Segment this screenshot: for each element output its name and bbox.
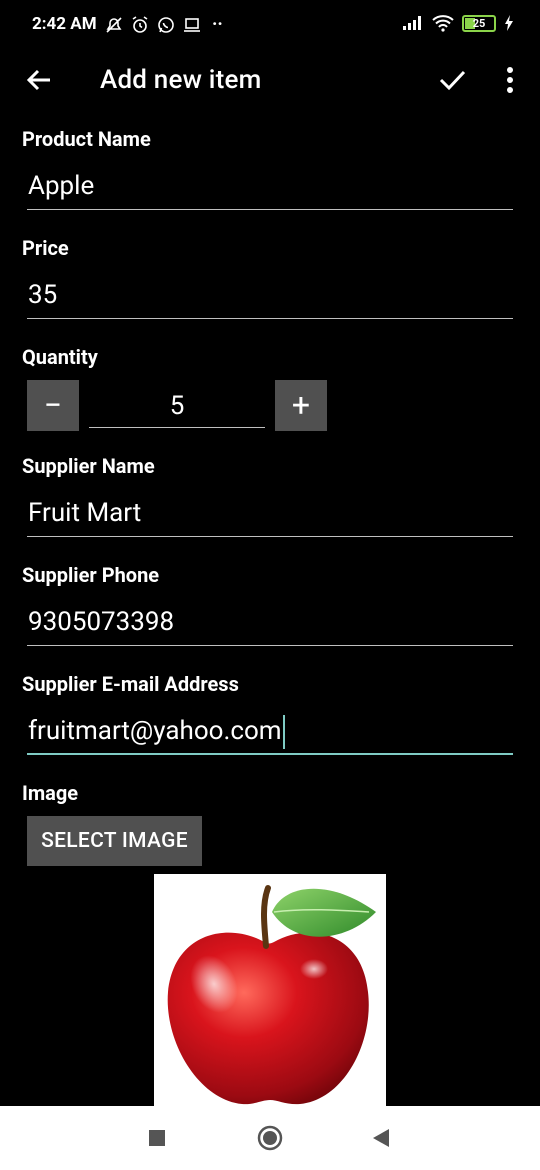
overflow-menu-button[interactable] [496,62,524,98]
triangle-back-icon [373,1129,389,1147]
alarm-off-icon [106,16,122,33]
alarm-clock-icon [132,15,148,33]
supplier-email-label: Supplier E-mail Address [22,672,239,696]
back-button[interactable] [22,62,58,98]
supplier-email-input[interactable]: fruitmart@yahoo.com [27,711,513,755]
product-name-label: Product Name [22,127,151,151]
status-bar: 2:42 AM ·· 25 [0,0,540,48]
supplier-phone-label: Supplier Phone [22,563,160,587]
save-button[interactable] [432,62,472,98]
back-nav-button[interactable] [366,1123,396,1153]
price-input[interactable]: 35 [27,275,513,319]
battery-icon: 25 [462,14,496,32]
product-name-input[interactable]: Apple [27,166,513,210]
home-button[interactable] [255,1123,285,1153]
image-label: Image [22,781,79,805]
supplier-email-value: fruitmart@yahoo.com [28,716,282,746]
signal-icon [403,16,421,30]
status-notification-icons: ·· [104,14,223,35]
select-image-button[interactable]: SELECT IMAGE [27,816,202,866]
battery-level: 25 [472,16,486,30]
laptop-icon [184,17,200,32]
status-system-icons: 25 [402,14,514,32]
quantity-decrement-button[interactable]: − [27,380,79,431]
check-icon [439,70,466,91]
more-vert-icon [507,67,513,93]
status-time: 2:42 AM [32,14,97,34]
whatsapp-icon [158,16,174,33]
charging-bolt-icon [505,15,513,31]
quantity-input[interactable]: 5 [89,384,265,428]
page-title: Add new item [100,65,262,95]
quantity-increment-button[interactable]: + [275,380,327,431]
quantity-label: Quantity [22,345,98,369]
text-cursor [282,715,285,750]
supplier-name-label: Supplier Name [22,454,155,478]
recents-button[interactable] [142,1123,172,1153]
app-toolbar: Add new item [0,52,540,108]
apple-image-icon [167,885,376,1105]
more-notifications-dots: ·· [212,14,223,35]
price-label: Price [22,236,69,260]
wifi-icon [432,15,454,32]
square-icon [149,1130,165,1146]
arrow-back-icon [26,69,50,91]
system-navigation-bar [0,1106,540,1170]
product-image [154,874,386,1106]
supplier-name-input[interactable]: Fruit Mart [27,493,513,537]
circle-icon [257,1125,283,1151]
supplier-phone-input[interactable]: 9305073398 [27,602,513,646]
